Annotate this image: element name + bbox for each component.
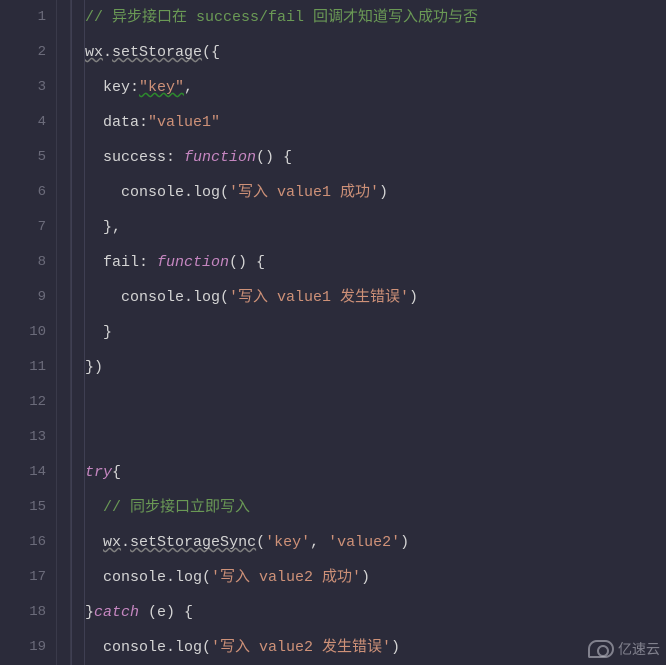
string-token: 'key' xyxy=(265,534,310,551)
code-line xyxy=(85,385,666,420)
line-number: 12 xyxy=(0,385,46,420)
code-line: data:"value1" xyxy=(85,105,666,140)
fold-column[interactable] xyxy=(56,0,71,665)
line-number: 18 xyxy=(0,595,46,630)
keyword-token: function xyxy=(157,254,229,271)
keyword-token: function xyxy=(184,149,256,166)
code-line: fail: function() { xyxy=(85,245,666,280)
line-number: 11 xyxy=(0,350,46,385)
line-number: 10 xyxy=(0,315,46,350)
keyword-token: catch xyxy=(94,604,139,621)
line-number: 16 xyxy=(0,525,46,560)
string-token: '写入 value1 成功' xyxy=(229,184,379,201)
indent-guide-column xyxy=(71,0,85,665)
line-number: 15 xyxy=(0,490,46,525)
line-number: 3 xyxy=(0,70,46,105)
code-line: console.log('写入 value1 成功') xyxy=(85,175,666,210)
line-number: 19 xyxy=(0,630,46,665)
string-token: 'value2' xyxy=(328,534,400,551)
code-line: wx.setStorageSync('key', 'value2') xyxy=(85,525,666,560)
code-line: wx.setStorage({ xyxy=(85,35,666,70)
string-token: '写入 value2 发生错误' xyxy=(211,639,391,656)
string-token: "key" xyxy=(139,79,184,96)
code-line: success: function() { xyxy=(85,140,666,175)
code-line: console.log('写入 value2 发生错误') xyxy=(85,630,666,665)
comment-token: // 同步接口立即写入 xyxy=(85,499,250,516)
method-token: setStorage xyxy=(112,44,202,61)
code-line: try{ xyxy=(85,455,666,490)
code-line: // 同步接口立即写入 xyxy=(85,490,666,525)
comment-token: // 异步接口在 success/fail 回调才知道写入成功与否 xyxy=(85,9,478,26)
code-line: }, xyxy=(85,210,666,245)
code-line: key:"key", xyxy=(85,70,666,105)
code-line: }) xyxy=(85,350,666,385)
string-token: "value1" xyxy=(148,114,220,131)
line-number: 9 xyxy=(0,280,46,315)
line-number: 13 xyxy=(0,420,46,455)
string-token: '写入 value1 发生错误' xyxy=(229,289,409,306)
code-line: console.log('写入 value2 成功') xyxy=(85,560,666,595)
code-line: console.log('写入 value1 发生错误') xyxy=(85,280,666,315)
code-editor[interactable]: 1 2 3 4 5 6 7 8 9 10 11 12 13 14 15 16 1… xyxy=(0,0,666,665)
code-line: }catch (e) { xyxy=(85,595,666,630)
object-token: wx xyxy=(85,44,103,61)
code-text-area[interactable]: // 异步接口在 success/fail 回调才知道写入成功与否 wx.set… xyxy=(85,0,666,665)
method-token: setStorageSync xyxy=(130,534,256,551)
line-number: 7 xyxy=(0,210,46,245)
line-number: 8 xyxy=(0,245,46,280)
code-line xyxy=(85,420,666,455)
string-token: '写入 value2 成功' xyxy=(211,569,361,586)
keyword-token: try xyxy=(85,464,112,481)
line-number: 6 xyxy=(0,175,46,210)
line-number: 1 xyxy=(0,0,46,35)
line-number: 4 xyxy=(0,105,46,140)
code-line: } xyxy=(85,315,666,350)
line-number: 2 xyxy=(0,35,46,70)
code-line: // 异步接口在 success/fail 回调才知道写入成功与否 xyxy=(85,0,666,35)
line-number: 14 xyxy=(0,455,46,490)
object-token: wx xyxy=(103,534,121,551)
line-number: 17 xyxy=(0,560,46,595)
line-number: 5 xyxy=(0,140,46,175)
line-number-gutter: 1 2 3 4 5 6 7 8 9 10 11 12 13 14 15 16 1… xyxy=(0,0,56,665)
